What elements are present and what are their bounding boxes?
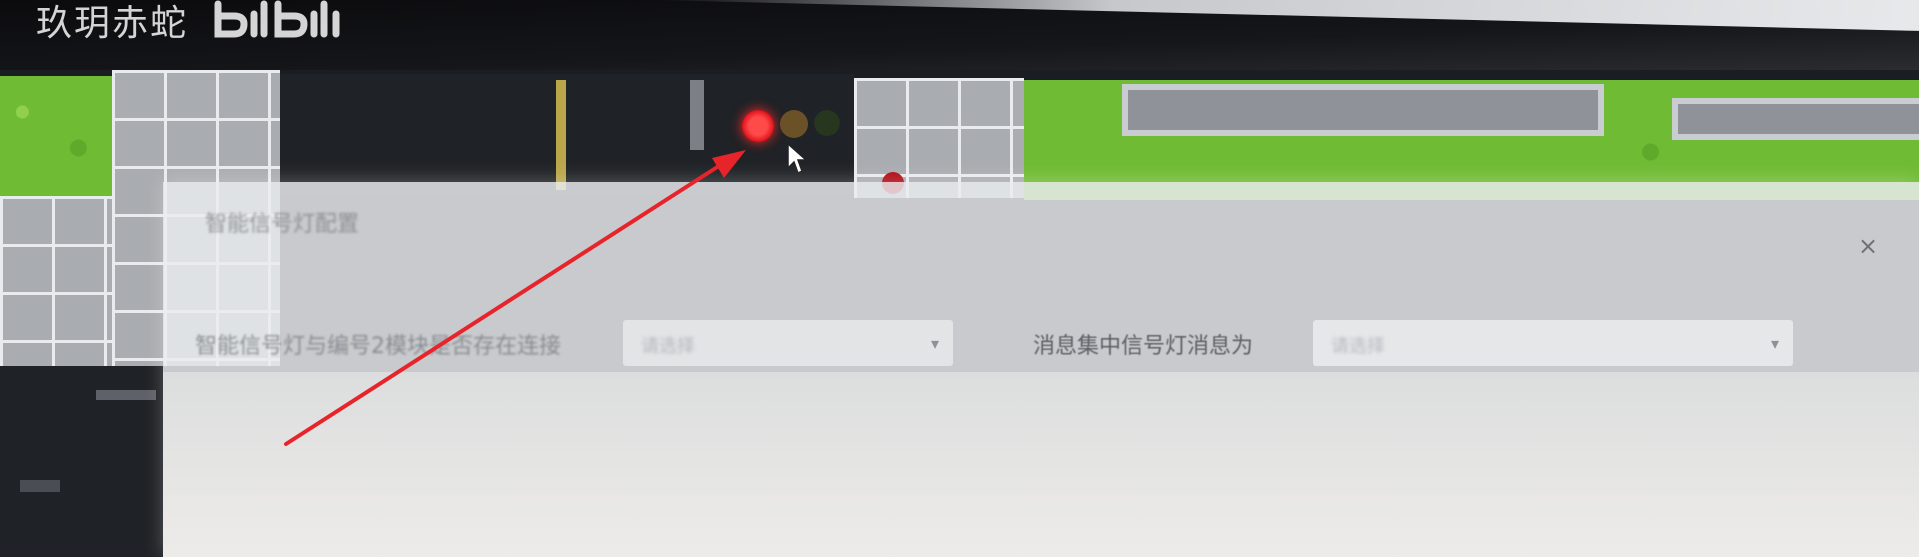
lane-marker: [20, 480, 60, 492]
watermark-text: 玖玥赤蛇: [36, 3, 189, 44]
road-grid-far-left: [0, 196, 112, 366]
mouse-cursor-icon: [787, 142, 808, 175]
chevron-down-icon: ▾: [930, 334, 939, 353]
lane-marker: [556, 80, 566, 190]
traffic-light-green-icon[interactable]: [814, 110, 840, 136]
lane-marker: [96, 390, 156, 400]
building-far-right: [1672, 98, 1919, 140]
grass-tile-left: [0, 76, 112, 196]
select-value: 请选择: [641, 336, 695, 357]
dialog-title: 智能信号灯配置: [205, 212, 360, 237]
signal-light-config-dialog: 智能信号灯配置 × 智能信号灯与编号2模块是否存在连接 请选择 ▾ 消息集中信号…: [163, 182, 1919, 557]
field-label-signal-message: 消息集中信号灯消息为: [1033, 334, 1254, 359]
signal-message-select[interactable]: 请选择 ▾: [1313, 320, 1793, 366]
dialog-header: 智能信号灯配置 ×: [163, 182, 1919, 260]
building-right: [1122, 84, 1604, 136]
screen-glare: [658, 0, 1919, 32]
close-icon[interactable]: ×: [1852, 230, 1884, 262]
select-value: 请选择: [1331, 336, 1385, 357]
bilibili-logo-icon: [214, 0, 340, 38]
watermark: 玖玥赤蛇: [36, 0, 350, 44]
traffic-light-red-icon[interactable]: [742, 110, 774, 142]
close-symbol: ×: [1857, 232, 1879, 260]
dialog-body: [163, 372, 1919, 557]
form-row: 智能信号灯与编号2模块是否存在连接 请选择 ▾ 消息集中信号灯消息为 请选择 ▾: [163, 312, 1919, 372]
video-top-bar: 玖玥赤蛇: [0, 0, 1919, 70]
traffic-light-yellow-icon[interactable]: [780, 110, 808, 138]
chevron-down-icon: ▾: [1770, 334, 1779, 353]
field-label-module-connection: 智能信号灯与编号2模块是否存在连接: [195, 334, 561, 359]
module-connection-select[interactable]: 请选择 ▾: [623, 320, 953, 366]
road-grid-center: [854, 78, 1024, 198]
lane-marker: [690, 80, 704, 150]
